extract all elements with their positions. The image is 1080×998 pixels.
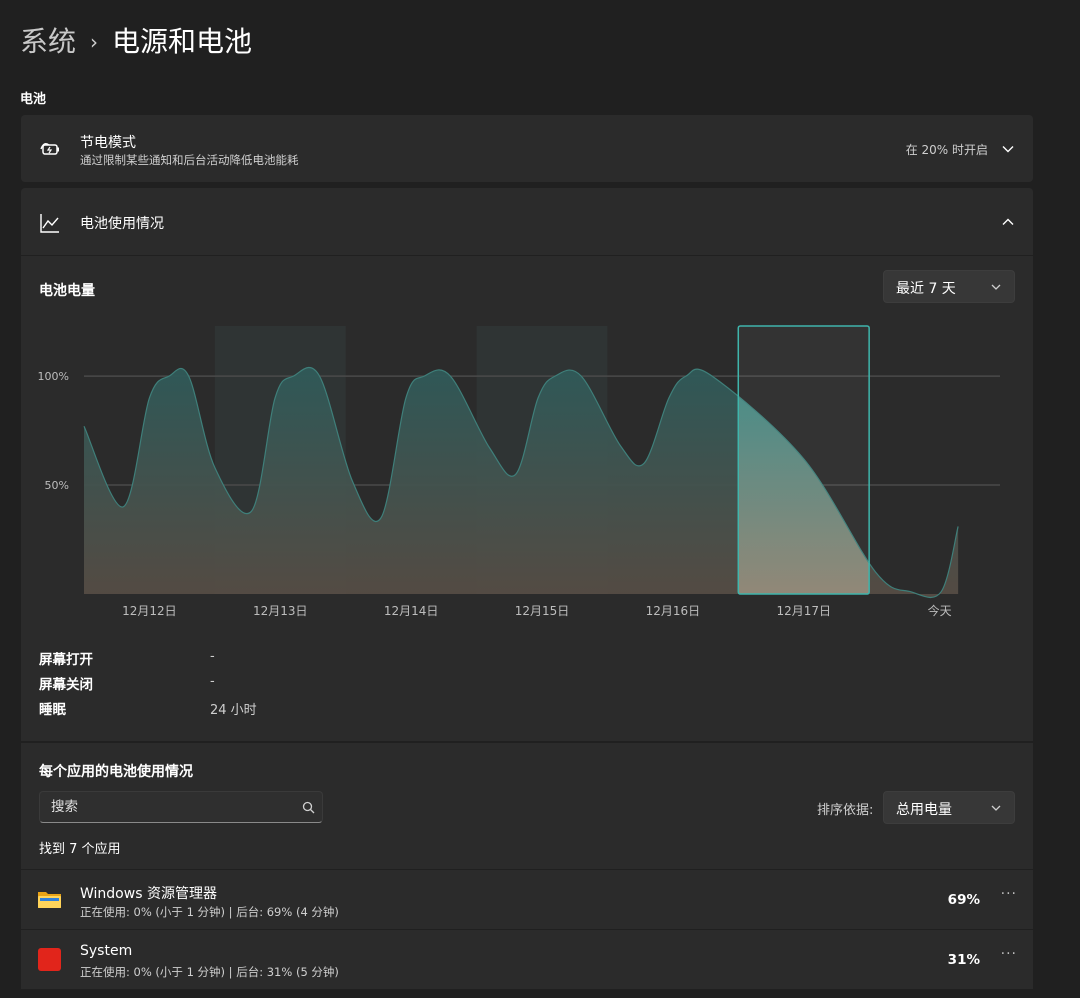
app-list-item[interactable]: System 正在使用: 0% (小于 1 分钟) | 后台: 31% (5 分… [21, 930, 1033, 989]
battery-saver-title: 节电模式 [80, 135, 136, 151]
chart-y-tick-label: 100% [38, 370, 69, 383]
breadcrumb: 系统 › 电源和电池 [20, 22, 252, 62]
more-options-button[interactable]: ··· [1001, 946, 1017, 962]
stat-sleep-value: 24 小时 [210, 703, 257, 718]
sort-value: 总用电量 [896, 802, 952, 818]
stat-screen-off-label: 屏幕关闭 [39, 677, 93, 693]
chevron-down-icon [991, 805, 1001, 811]
battery-level-chart[interactable]: 100% 50% 12月12日 12月13日 12月14日 12月15日 12月16日 12月… [21, 256, 1033, 636]
system-app-icon [38, 948, 61, 971]
section-label-battery: 电池 [20, 92, 47, 107]
line-chart-icon [40, 214, 59, 233]
app-usage-percent: 69% [947, 892, 980, 908]
stat-sleep-label: 睡眠 [39, 702, 66, 718]
chevron-up-icon[interactable] [1001, 215, 1015, 229]
battery-level-panel: 电池电量 最近 7 天 100% 50% 12月12日 12月13日 12月14日 12月… [21, 256, 1033, 741]
search-icon[interactable] [302, 801, 315, 814]
battery-saver-threshold: 在 20% 时开启 [905, 143, 988, 157]
app-usage-panel: 每个应用的电池使用情况 排序依据: 总用电量 找到 7 个应用 [21, 743, 1033, 869]
chart-x-tick-label: 12月15日 [515, 604, 570, 618]
battery-usage-title: 电池使用情况 [80, 216, 164, 232]
app-name: System [80, 943, 133, 959]
app-list-item[interactable]: Windows 资源管理器 正在使用: 0% (小于 1 分钟) | 后台: 6… [21, 870, 1033, 929]
battery-usage-header[interactable]: 电池使用情况 [21, 188, 1033, 255]
search-input[interactable] [39, 791, 323, 823]
stat-screen-on-value: - [210, 649, 215, 664]
file-explorer-icon [38, 892, 61, 908]
battery-saver-subtitle: 通过限制某些通知和后台活动降低电池能耗 [80, 153, 299, 167]
chart-y-tick-label: 50% [45, 479, 69, 492]
page-title: 电源和电池 [112, 25, 253, 58]
app-usage-percent: 31% [947, 952, 980, 968]
app-usage-title: 每个应用的电池使用情况 [39, 764, 193, 780]
chevron-down-icon[interactable] [1001, 142, 1015, 156]
chart-x-tick-label: 12月13日 [253, 604, 308, 618]
sort-label: 排序依据: [817, 803, 874, 818]
app-usage-detail: 正在使用: 0% (小于 1 分钟) | 后台: 69% (4 分钟) [80, 905, 339, 919]
chart-selected-day-highlight [737, 325, 870, 595]
found-count: 找到 7 个应用 [39, 842, 121, 857]
breadcrumb-parent-link[interactable]: 系统 [20, 22, 76, 62]
breadcrumb-separator: › [90, 30, 99, 54]
battery-saver-card[interactable]: 节电模式 通过限制某些通知和后台活动降低电池能耗 在 20% 时开启 [21, 115, 1033, 182]
stat-screen-off-value: - [210, 674, 215, 689]
chart-x-tick-label: 今天 [928, 603, 952, 618]
sort-dropdown[interactable]: 总用电量 [883, 791, 1015, 824]
battery-saver-icon [40, 142, 59, 155]
app-usage-detail: 正在使用: 0% (小于 1 分钟) | 后台: 31% (5 分钟) [80, 965, 339, 979]
app-name: Windows 资源管理器 [80, 886, 217, 902]
more-options-button[interactable]: ··· [1001, 886, 1017, 902]
chart-x-tick-label: 12月16日 [646, 604, 701, 618]
chart-x-tick-label: 12月12日 [122, 604, 177, 618]
chart-x-tick-label: 12月17日 [776, 604, 831, 618]
stat-screen-on-label: 屏幕打开 [39, 652, 93, 668]
settings-page: 系统 › 电源和电池 电池 节电模式 通过限制某些通知和后台活动降低电池能耗 在… [0, 0, 1080, 998]
chart-x-tick-label: 12月14日 [384, 604, 439, 618]
